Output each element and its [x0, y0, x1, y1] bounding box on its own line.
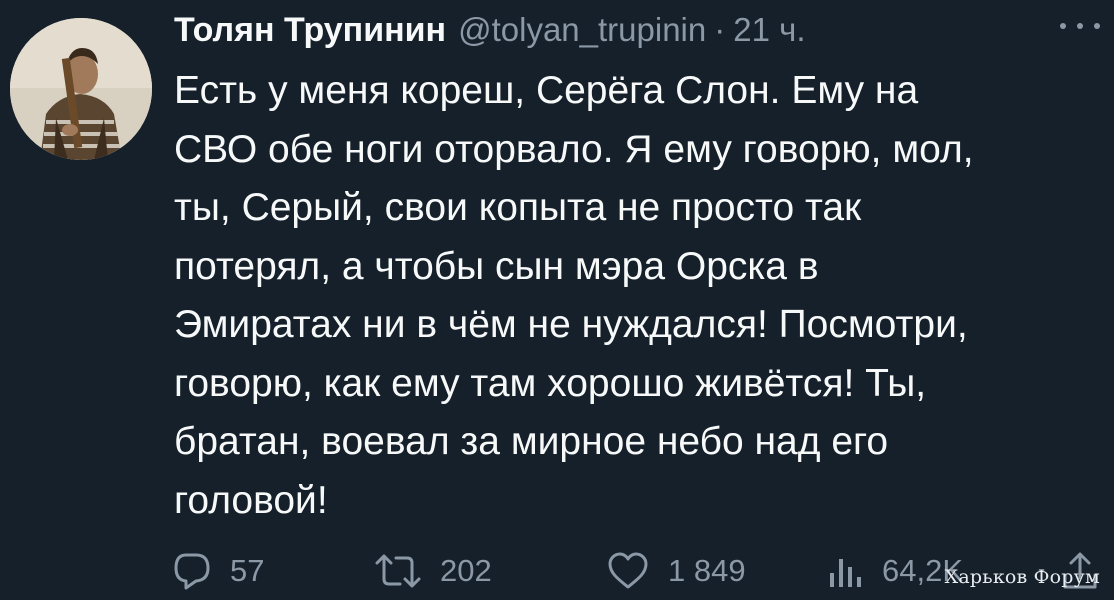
- tweet-line: Есть у меня кореш, Серёга Слон. Ему на: [174, 69, 919, 112]
- tweet-line: потерял, а чтобы сын мэра Орска в: [174, 244, 819, 288]
- dot: [1094, 23, 1100, 29]
- reply-icon: [174, 553, 210, 590]
- tweet-line: Эмиратах ни в чём не нуждался! Посмотри,: [174, 303, 968, 346]
- retweet-icon: [375, 554, 421, 588]
- tweet-line: СВО обе ноги оторвало. Я ему говорю, мол…: [174, 127, 974, 171]
- views-button[interactable]: 64,2K: [824, 546, 963, 596]
- reply-button[interactable]: 57: [172, 546, 264, 596]
- like-icon: [608, 552, 648, 589]
- tweet: Толян Трупинин @tolyan_trupinin · 21 ч. …: [0, 0, 1114, 600]
- retweet-button[interactable]: 202: [374, 546, 492, 596]
- avatar[interactable]: [10, 18, 152, 160]
- user-handle[interactable]: @tolyan_trupinin: [458, 11, 706, 49]
- tweet-line: ты, Серый, свои копыта не просто так: [174, 186, 862, 229]
- timestamp[interactable]: 21 ч.: [733, 11, 805, 49]
- tweet-text: Есть у меня кореш, Серёга Слон. Ему на С…: [174, 62, 1104, 530]
- tweet-line: головой!: [174, 478, 328, 522]
- views-icon: [830, 559, 861, 587]
- tweet-line: братан, воевал за мирное небо над его: [174, 420, 889, 463]
- dot: [1077, 23, 1083, 29]
- more-options-icon[interactable]: [1060, 14, 1100, 38]
- watermark-text: Харьков Форум: [944, 566, 1100, 588]
- separator: ·: [714, 11, 726, 48]
- tweet-header: Толян Трупинин @tolyan_trupinin · 21 ч.: [174, 8, 806, 52]
- avatar-image: [10, 18, 152, 160]
- like-button[interactable]: 1 849: [606, 546, 746, 596]
- dot: [1060, 23, 1066, 29]
- like-count: 1 849: [668, 553, 746, 588]
- tweet-line: говорю, как ему там хорошо живётся! Ты,: [174, 361, 927, 405]
- retweet-count: 202: [440, 553, 492, 588]
- reply-count: 57: [230, 553, 265, 588]
- display-name[interactable]: Толян Трупинин: [174, 11, 446, 50]
